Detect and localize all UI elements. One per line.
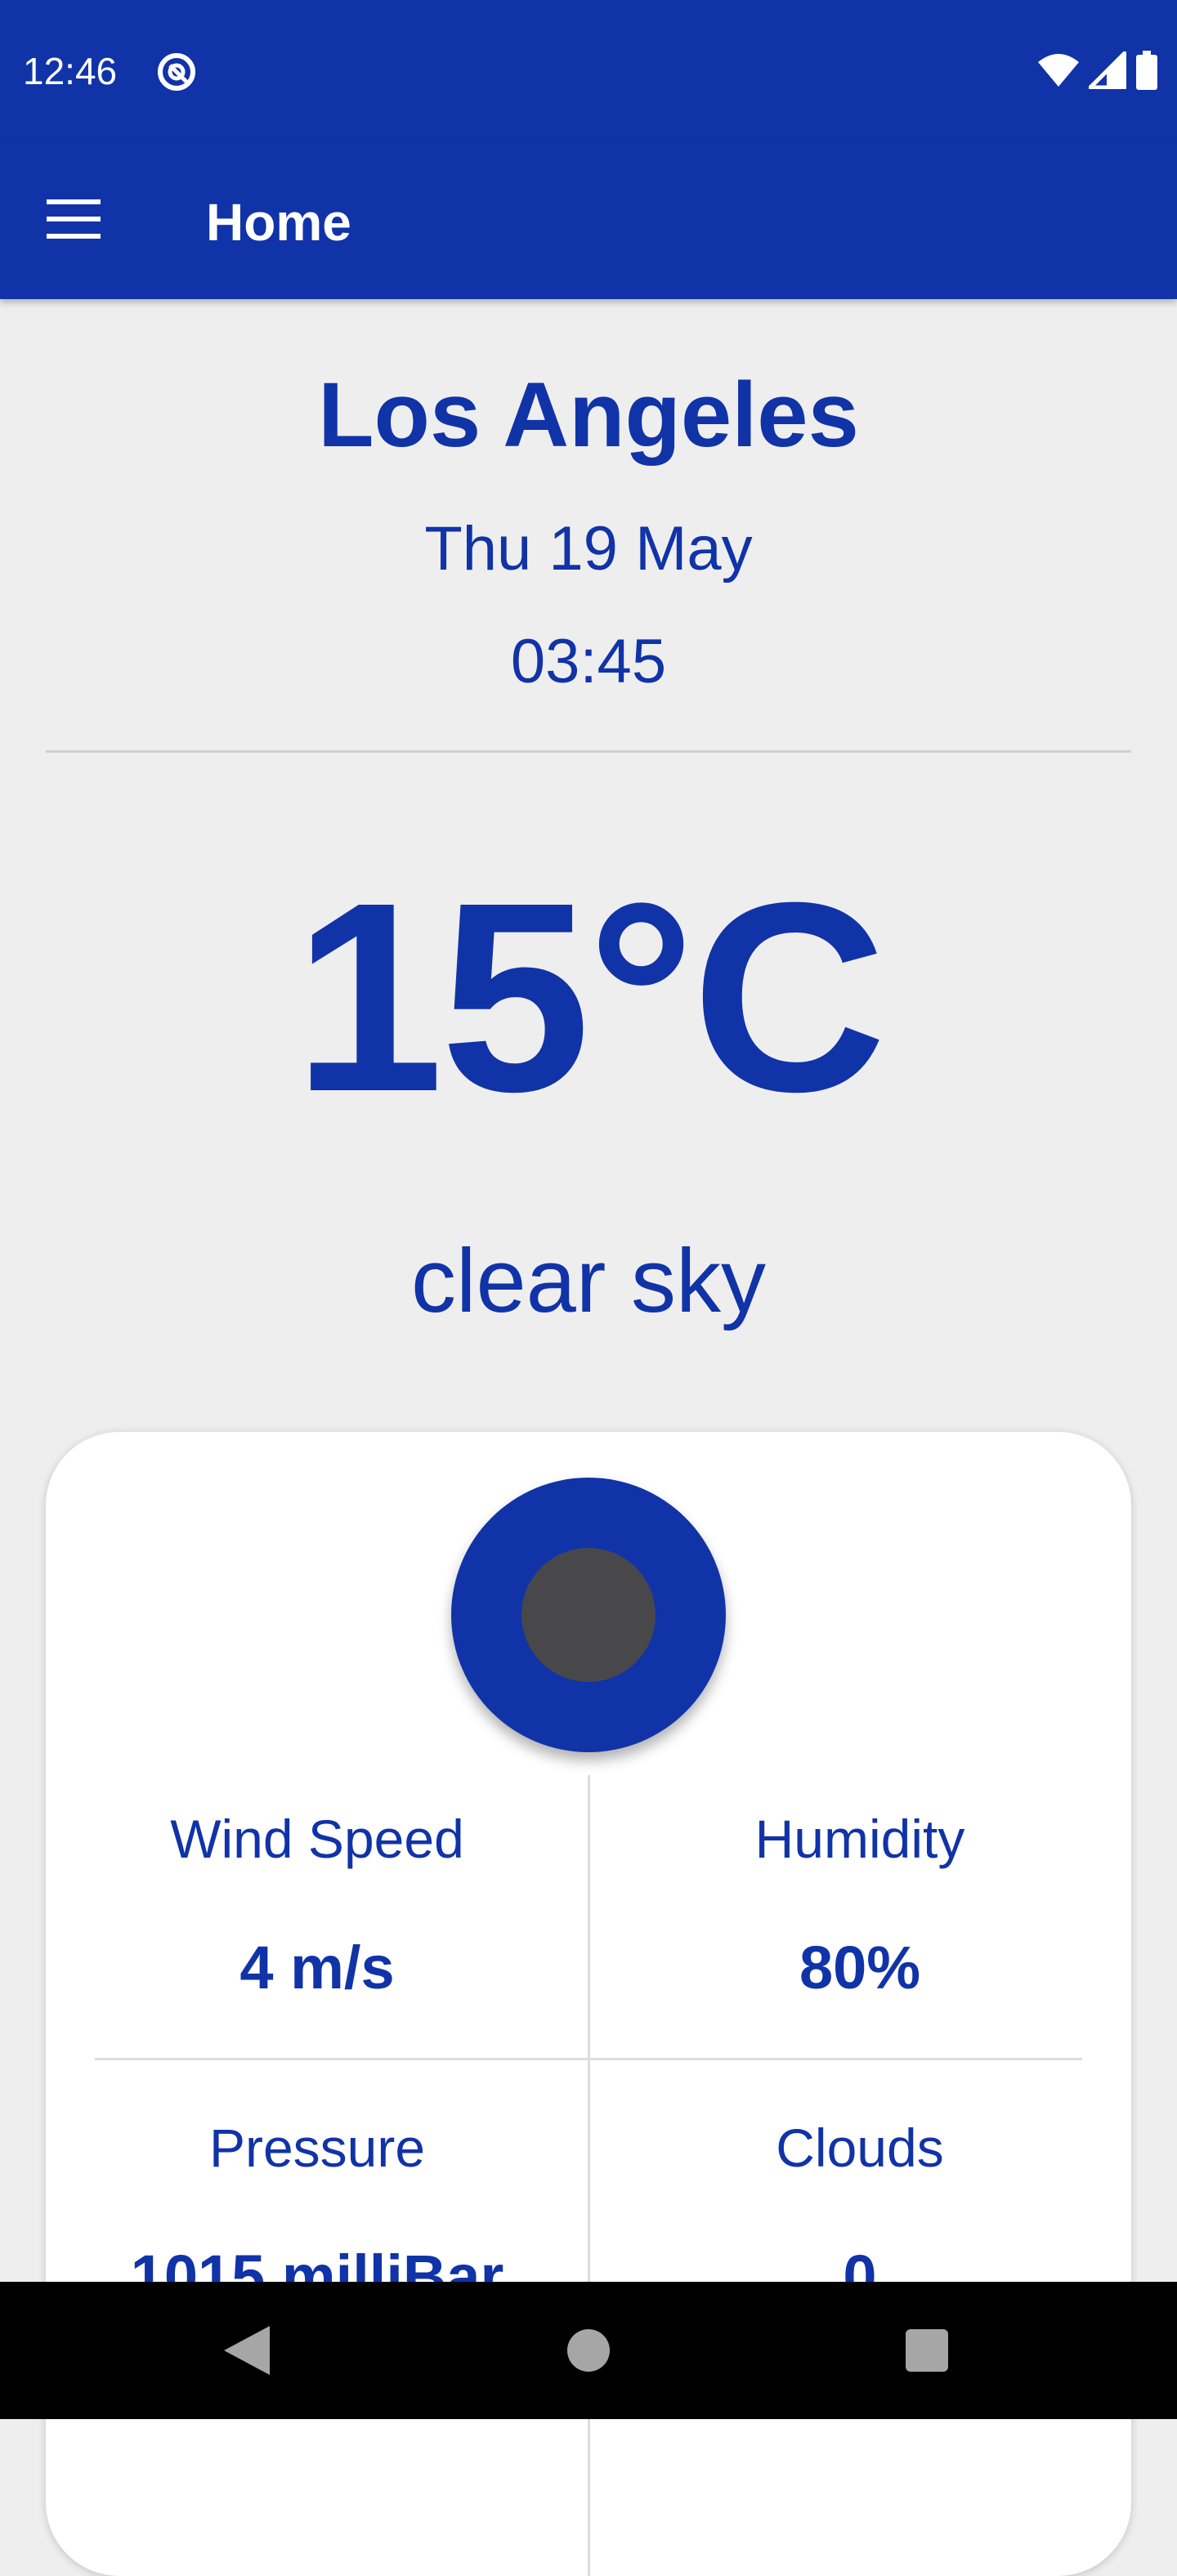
temperature: 15°C — [293, 846, 886, 1147]
battery-icon — [1136, 50, 1157, 94]
weather-icon-center — [521, 1548, 656, 1682]
status-bar: 12:46 — [0, 0, 1177, 142]
cell-signal-icon — [1088, 51, 1127, 93]
wind-speed-value: 4 m/s — [239, 1934, 395, 2001]
recents-icon[interactable] — [906, 2329, 948, 2372]
page-title: Home — [206, 193, 351, 252]
weather-time: 03:45 — [510, 627, 667, 696]
humidity-label: Humidity — [754, 1809, 965, 1869]
wifi-icon — [1038, 53, 1079, 91]
back-icon[interactable] — [221, 2321, 278, 2380]
app-toolbar: Home — [0, 142, 1177, 299]
clouds-label: Clouds — [776, 2118, 944, 2178]
city-name: Los Angeles — [318, 364, 859, 466]
weather-date: Thu 19 May — [424, 514, 753, 584]
grid-horizontal-divider — [95, 2058, 1082, 2060]
app-notification-icon — [155, 51, 198, 93]
home-icon[interactable] — [567, 2329, 610, 2372]
menu-icon — [47, 199, 101, 243]
weather-condition: clear sky — [411, 1231, 766, 1331]
menu-button[interactable] — [34, 181, 113, 260]
pressure-label: Pressure — [208, 2118, 426, 2178]
system-nav-bar — [0, 2282, 1177, 2419]
status-time: 12:46 — [23, 50, 118, 92]
status-icons — [1038, 50, 1157, 94]
wind-speed-label: Wind Speed — [170, 1809, 464, 1869]
humidity-value: 80% — [799, 1934, 921, 2001]
weather-condition-icon — [451, 1478, 726, 1752]
header-divider — [46, 750, 1131, 753]
